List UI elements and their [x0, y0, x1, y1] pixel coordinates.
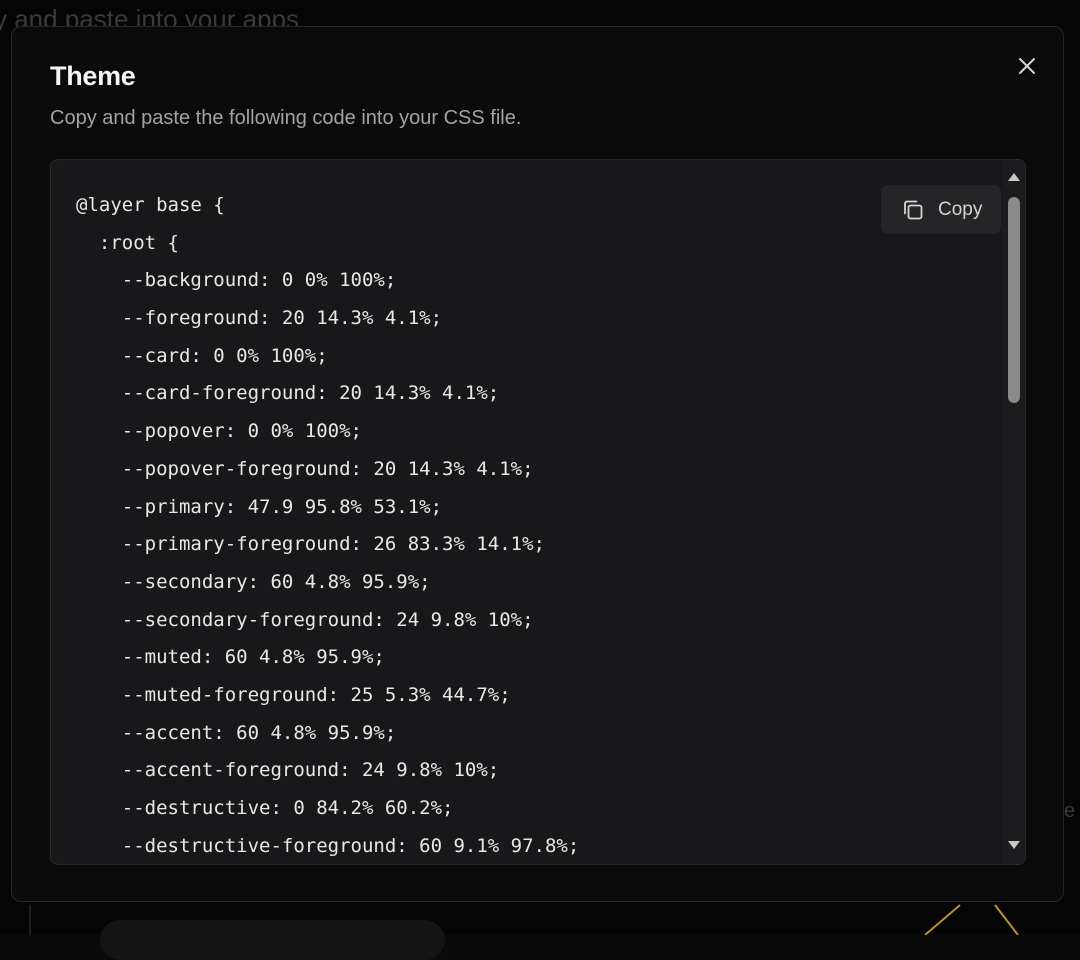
code-line: --destructive-foreground: 60 9.1% 97.8%; — [76, 834, 580, 857]
code-line: --muted: 60 4.8% 95.9%; — [76, 646, 385, 669]
code-line: --card: 0 0% 100%; — [76, 344, 328, 367]
code-line: --secondary-foreground: 24 9.8% 10%; — [76, 608, 534, 631]
copy-button-label: Copy — [938, 198, 983, 220]
code-line: --background: 0 0% 100%; — [76, 269, 397, 292]
code-line: --card-foreground: 20 14.3% 4.1%; — [76, 382, 500, 405]
code-line: --destructive: 0 84.2% 60.2%; — [76, 797, 454, 819]
copy-icon — [904, 200, 923, 219]
x-icon — [1019, 58, 1035, 74]
code-line: --muted-foreground: 25 5.3% 44.7%; — [76, 683, 511, 706]
theme-dialog: Theme Copy and paste the following code … — [11, 26, 1064, 902]
code-line: --foreground: 20 14.3% 4.1%; — [76, 307, 443, 330]
code-line: --accent-foreground: 24 9.8% 10%; — [76, 759, 500, 782]
scroll-up-arrow-icon[interactable] — [1006, 170, 1022, 184]
code-content: @layer base { :root { --background: 0 0%… — [76, 187, 580, 864]
close-button[interactable] — [1012, 51, 1042, 81]
code-line: @layer base { — [76, 194, 225, 216]
scroll-down-arrow-icon[interactable] — [1006, 838, 1022, 852]
dialog-title: Theme — [50, 61, 136, 91]
code-line: --primary: 47.9 95.8% 53.1%; — [76, 495, 443, 518]
code-line: --accent: 60 4.8% 95.9%; — [76, 721, 397, 744]
code-line: --popover-foreground: 20 14.3% 4.1%; — [76, 457, 534, 480]
dialog-description: Copy and paste the following code into y… — [50, 107, 522, 129]
code-line: --popover: 0 0% 100%; — [76, 420, 362, 443]
code-line: --secondary: 60 4.8% 95.9%; — [76, 570, 431, 593]
code-line: :root { — [76, 231, 179, 254]
copy-button[interactable]: Copy — [881, 185, 1001, 234]
code-line: --primary-foreground: 26 83.3% 14.1%; — [76, 533, 545, 556]
code-block: @layer base { :root { --background: 0 0%… — [50, 159, 1026, 865]
scrollbar-thumb[interactable] — [1008, 197, 1020, 403]
vertical-scrollbar[interactable] — [1002, 160, 1025, 864]
